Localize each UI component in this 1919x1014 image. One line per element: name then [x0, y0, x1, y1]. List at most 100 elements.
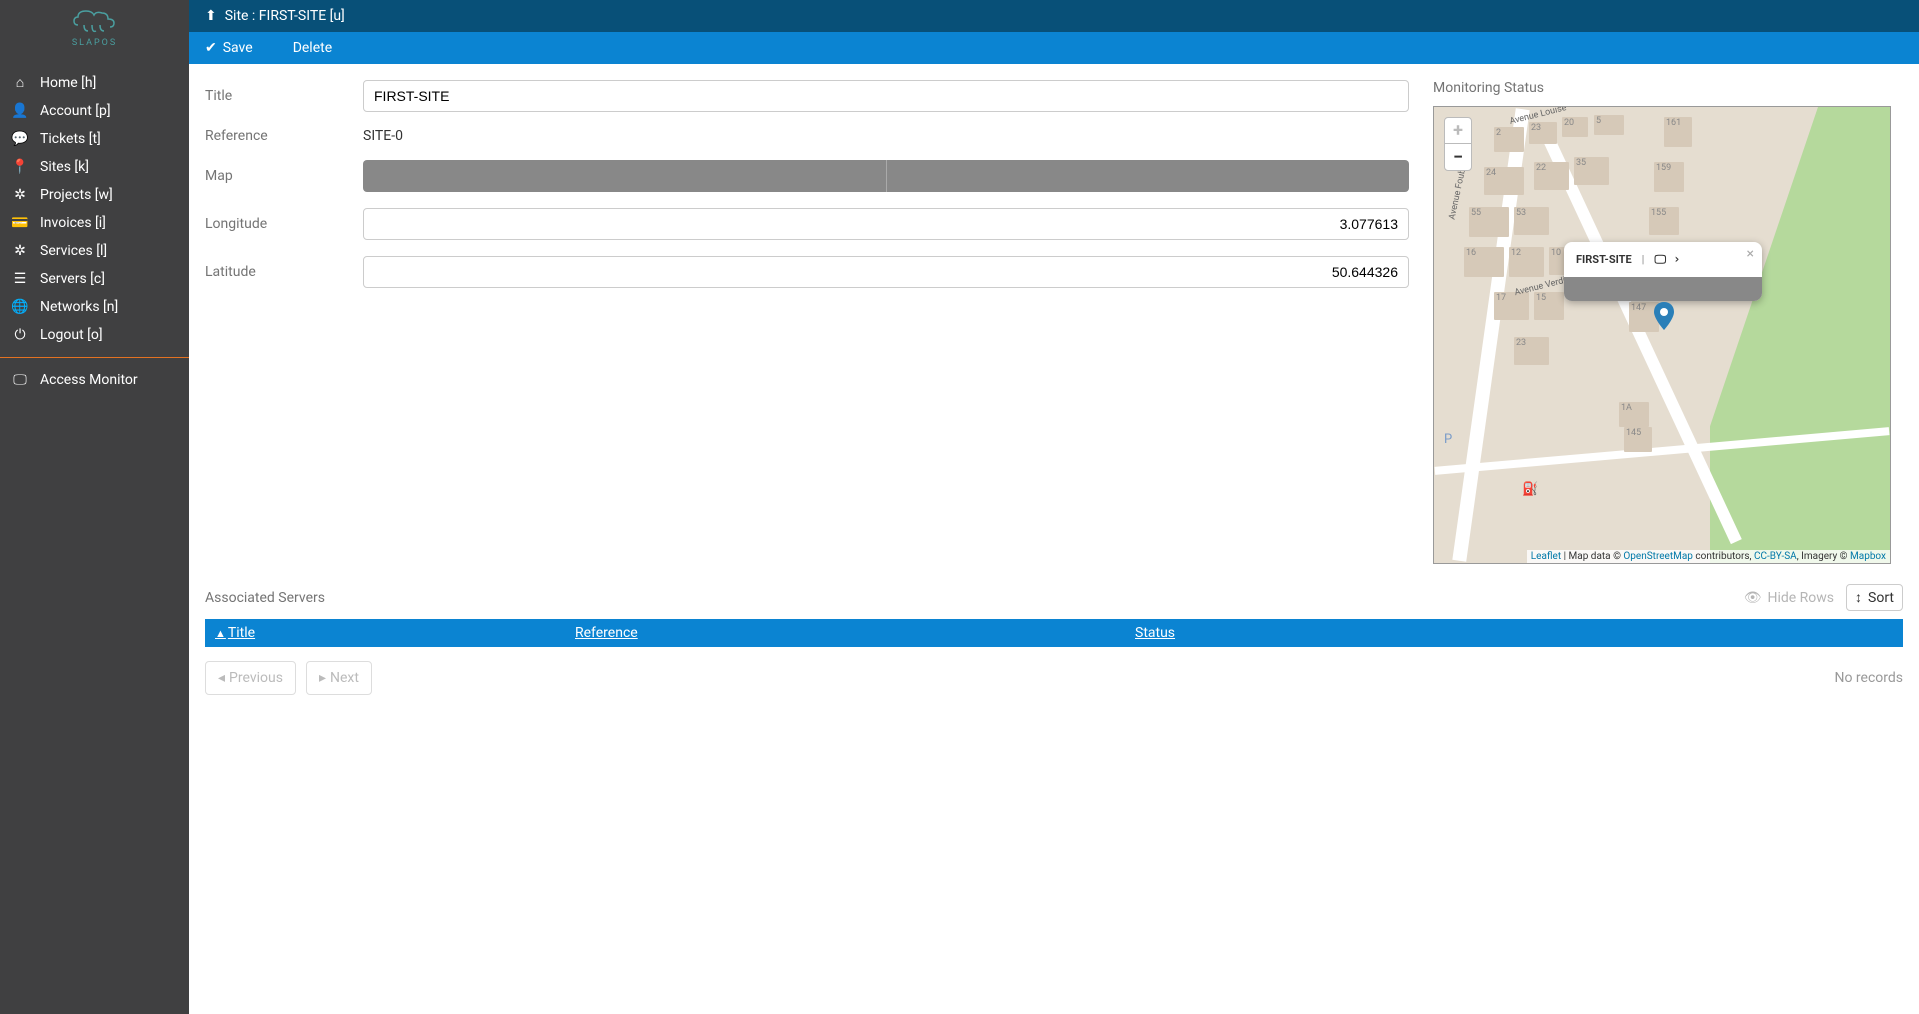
delete-button[interactable]: Delete	[293, 40, 332, 56]
map-building: 23	[1514, 337, 1549, 365]
cc-link[interactable]: CC-BY-SA	[1754, 551, 1797, 562]
nav-list-secondary: 🖵 Access Monitor	[0, 366, 189, 394]
content: Title Reference SITE-0 Map Longitude Lat…	[189, 64, 1919, 580]
mapbox-link[interactable]: Mapbox	[1850, 551, 1886, 562]
map-popup: × FIRST-SITE | 🖵 ›	[1564, 242, 1762, 301]
sidebar-item-label: Services [l]	[40, 243, 107, 259]
map-attribution: Leaflet | Map data © OpenStreetMap contr…	[1527, 550, 1890, 563]
monitor-link-icon[interactable]: 🖵 ›	[1654, 252, 1680, 267]
zoom-in-button[interactable]: +	[1445, 118, 1471, 144]
column-status[interactable]: Status	[1135, 625, 1893, 641]
power-icon: ⏻	[12, 327, 28, 343]
sidebar-item-label: Tickets [t]	[40, 131, 101, 147]
delete-label: Delete	[293, 40, 332, 56]
db-icon: ☰	[12, 271, 28, 287]
sidebar-item-label: Projects [w]	[40, 187, 113, 203]
chevron-right-icon: ▸	[319, 670, 326, 686]
map-button-right[interactable]	[887, 160, 1410, 192]
sliders-icon: ✲	[12, 243, 28, 259]
latitude-input[interactable]	[363, 256, 1409, 288]
osm-link[interactable]: OpenStreetMap	[1623, 551, 1693, 562]
sort-asc-icon: ▲	[215, 627, 226, 640]
sidebar-item-label: Account [p]	[40, 103, 111, 119]
map-building: 15	[1534, 292, 1564, 320]
title-input[interactable]	[363, 80, 1409, 112]
sidebar-item-home[interactable]: ⌂Home [h]	[0, 68, 189, 97]
fuel-icon: ⛽	[1522, 482, 1538, 497]
hide-rows-button[interactable]: 👁 Hide Rows	[1744, 590, 1834, 606]
monitor-icon: 🖵	[12, 372, 28, 388]
sidebar-item-access-monitor[interactable]: 🖵 Access Monitor	[0, 366, 189, 394]
sidebar-item-invoices[interactable]: 💳Invoices [i]	[0, 209, 189, 237]
sidebar-item-label: Networks [n]	[40, 299, 118, 315]
title-label: Title	[205, 88, 363, 104]
reference-label: Reference	[205, 128, 363, 144]
associated-title: Associated Servers	[205, 590, 325, 606]
column-title[interactable]: ▲Title	[215, 625, 575, 641]
column-reference[interactable]: Reference	[575, 625, 1135, 641]
sidebar-item-projects[interactable]: ✲ Projects [w]	[0, 181, 189, 209]
breadcrumb-label: Site : FIRST-SITE [u]	[225, 8, 345, 24]
map-marker[interactable]	[1654, 302, 1674, 330]
leaflet-link[interactable]: Leaflet	[1531, 551, 1561, 562]
parking-icon: P	[1444, 432, 1452, 447]
popup-sep: |	[1642, 253, 1645, 266]
sidebar-item-tickets[interactable]: 💬 Tickets [t]	[0, 125, 189, 153]
chat-icon: 💬	[12, 131, 28, 147]
sidebar-item-label: Servers [c]	[40, 271, 105, 287]
sort-label: Sort	[1868, 590, 1894, 606]
card-icon: 💳	[12, 215, 28, 231]
map-building: 24	[1484, 167, 1524, 195]
save-button[interactable]: ✔ Save	[205, 40, 253, 56]
latitude-label: Latitude	[205, 264, 363, 280]
sidebar-item-account[interactable]: 👤 Account [p]	[0, 97, 189, 125]
table-footer: ◂Previous ▸Next No records	[205, 661, 1903, 695]
sidebar-item-networks[interactable]: 🌐 Networks [n]	[0, 293, 189, 321]
brand-name: SLAPOS	[0, 38, 189, 48]
previous-button[interactable]: ◂Previous	[205, 661, 296, 695]
chevron-left-icon: ◂	[218, 670, 225, 686]
sidebar-item-label: Sites [k]	[40, 159, 89, 175]
sidebar-item-sites[interactable]: 📍 Sites [k]	[0, 153, 189, 181]
pager: ◂Previous ▸Next	[205, 661, 372, 695]
longitude-input[interactable]	[363, 208, 1409, 240]
map-building: 159	[1654, 162, 1684, 192]
map-button-left[interactable]	[363, 160, 887, 192]
map-button-group	[363, 160, 1409, 192]
breadcrumb[interactable]: ⬆ Site : FIRST-SITE [u]	[189, 0, 1919, 32]
pin-icon: 📍	[12, 159, 28, 175]
share-icon: ✲	[12, 187, 28, 203]
nav-divider	[0, 357, 189, 358]
map-building: 2	[1494, 127, 1524, 152]
globe-icon: 🌐	[12, 299, 28, 315]
map-building: 5	[1594, 115, 1624, 135]
sidebar-item-services[interactable]: ✲ Services [l]	[0, 237, 189, 265]
cloud-icon	[70, 5, 120, 35]
sidebar-item-label: Access Monitor	[40, 372, 138, 388]
zoom-control: + −	[1444, 117, 1472, 171]
monitoring-status-label: Monitoring Status	[1433, 80, 1903, 96]
popup-close-button[interactable]: ×	[1747, 246, 1754, 262]
sidebar-item-label: Logout [o]	[40, 327, 103, 343]
no-records-label: No records	[1834, 670, 1903, 686]
main: ⬆ Site : FIRST-SITE [u] ✔ Save Delete Ti…	[189, 0, 1919, 1014]
associated-table: ▲Title Reference Status ◂Previous ▸Next …	[205, 619, 1903, 695]
popup-status-bar	[1564, 277, 1762, 301]
save-label: Save	[223, 40, 253, 56]
sidebar: SLAPOS ⌂Home [h] 👤 Account [p] 💬 Tickets […	[0, 0, 189, 1014]
sort-icon: ↕	[1855, 589, 1862, 606]
map-building: 35	[1574, 157, 1609, 185]
zoom-out-button[interactable]: −	[1445, 144, 1471, 170]
action-bar: ✔ Save Delete	[189, 32, 1919, 64]
map-building: 55	[1469, 207, 1509, 237]
next-button[interactable]: ▸Next	[306, 661, 372, 695]
map[interactable]: 2 23 20 5 161 24 22 35 159 55 53 155 16 …	[1433, 106, 1891, 564]
sidebar-item-logout[interactable]: ⏻ Logout [o]	[0, 321, 189, 349]
check-icon: ✔	[205, 40, 217, 56]
map-building: 145	[1624, 427, 1652, 452]
map-building: 1A	[1619, 402, 1649, 427]
user-icon: 👤	[12, 103, 28, 119]
form-panel: Title Reference SITE-0 Map Longitude Lat…	[205, 80, 1409, 564]
sidebar-item-servers[interactable]: ☰ Servers [c]	[0, 265, 189, 293]
sort-button[interactable]: ↕ Sort	[1846, 584, 1903, 611]
